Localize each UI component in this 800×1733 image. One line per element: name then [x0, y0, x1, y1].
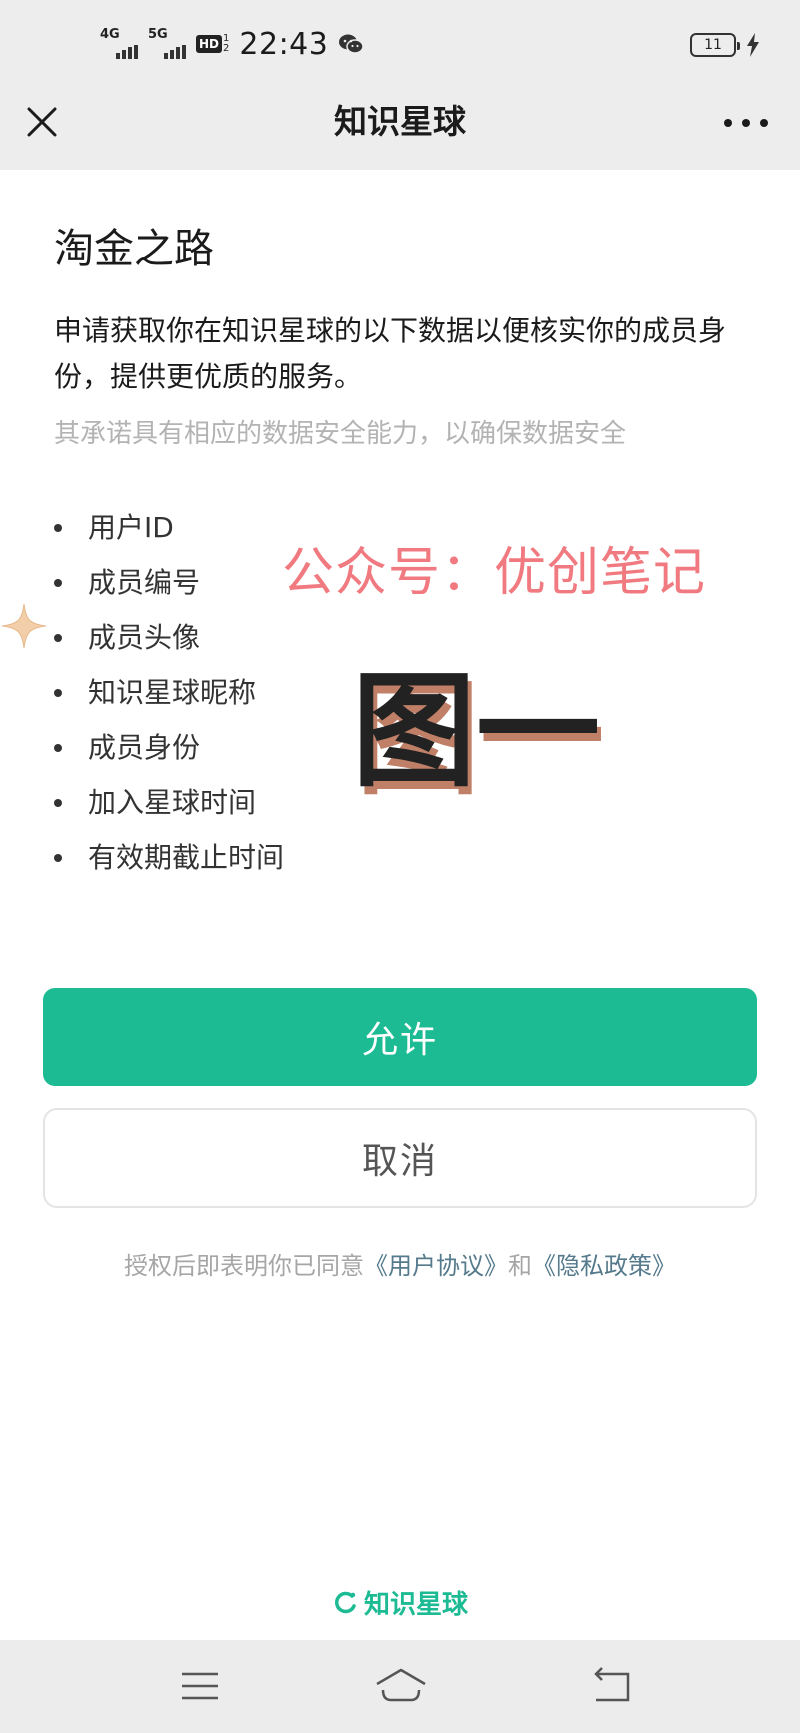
- menu-icon[interactable]: [176, 1664, 224, 1708]
- permission-item: 成员身份: [54, 720, 284, 775]
- more-dot-icon: [760, 119, 768, 127]
- home-icon[interactable]: [374, 1664, 428, 1708]
- battery-icon: 11: [690, 33, 740, 57]
- status-right: 11: [690, 30, 760, 60]
- sparkle-icon: [1, 603, 47, 649]
- title-bar: 知识星球: [0, 88, 800, 170]
- permission-item: 用户ID: [54, 500, 284, 555]
- bullet-icon: [54, 578, 62, 587]
- status-bar: 4G 5G HD 1 2 22:43 11: [0, 0, 800, 88]
- svg-text:图一: 图一: [352, 660, 600, 804]
- permission-item: 知识星球昵称: [54, 665, 284, 720]
- system-nav-bar: [0, 1640, 800, 1733]
- bullet-icon: [54, 743, 62, 752]
- request-description: 申请获取你在知识星球的以下数据以便核实你的成员身份，提供更优质的服务。: [54, 314, 727, 393]
- bullet-icon: [54, 853, 62, 862]
- back-icon[interactable]: [588, 1664, 636, 1708]
- watermark-text: 公众号：优创笔记: [282, 543, 707, 603]
- status-time: 22:43: [239, 26, 329, 62]
- permission-list: 用户ID 成员编号 成员头像 知识星球昵称 成员身份 加入星球时间 有效期截止时…: [54, 500, 284, 885]
- network-label-5g: 5G: [148, 27, 168, 42]
- agreement-and: 和: [508, 1252, 532, 1280]
- more-dot-icon: [742, 119, 750, 127]
- agreement-prefix: 授权后即表明你已同意: [124, 1252, 364, 1280]
- security-note: 其承诺具有相应的数据安全能力，以确保数据安全: [54, 419, 627, 449]
- charging-icon: [747, 33, 759, 57]
- status-left: 4G 5G HD 1 2 22:43: [100, 26, 365, 62]
- wechat-icon: [339, 34, 365, 54]
- allow-button[interactable]: 允许: [43, 988, 757, 1086]
- bullet-icon: [54, 633, 62, 642]
- bullet-icon: [54, 688, 62, 697]
- footer-brand: 知识星球: [0, 1584, 800, 1621]
- app-name: 淘金之路: [54, 226, 214, 272]
- permission-item: 加入星球时间: [54, 775, 284, 830]
- signal-4g-icon: 4G: [100, 27, 138, 59]
- footer-brand-name: 知识星球: [363, 1590, 468, 1620]
- watermark-big-text: 图一 图一: [352, 660, 604, 806]
- user-agreement-link[interactable]: 《用户协议》: [364, 1252, 508, 1280]
- battery-level: 11: [704, 37, 722, 53]
- bullet-icon: [54, 523, 62, 532]
- hd-sub-bottom: 2: [223, 43, 230, 54]
- cancel-button[interactable]: 取消: [43, 1108, 757, 1208]
- network-label-4g: 4G: [100, 27, 120, 42]
- bullet-icon: [54, 798, 62, 807]
- zsxq-logo-icon: [334, 1591, 356, 1613]
- more-dot-icon: [724, 119, 732, 127]
- signal-5g-icon: 5G: [148, 27, 186, 59]
- permission-item: 成员头像: [54, 610, 284, 665]
- permission-item: 成员编号: [54, 555, 284, 610]
- more-options-button[interactable]: [724, 110, 768, 136]
- hd-voice-icon: HD 1 2: [196, 34, 229, 54]
- privacy-policy-link[interactable]: 《隐私政策》: [532, 1252, 676, 1280]
- page-title: 知识星球: [334, 102, 466, 141]
- hd-label: HD: [196, 35, 223, 53]
- agreement-text: 授权后即表明你已同意《用户协议》和《隐私政策》: [0, 1248, 800, 1284]
- permission-item: 有效期截止时间: [54, 830, 284, 885]
